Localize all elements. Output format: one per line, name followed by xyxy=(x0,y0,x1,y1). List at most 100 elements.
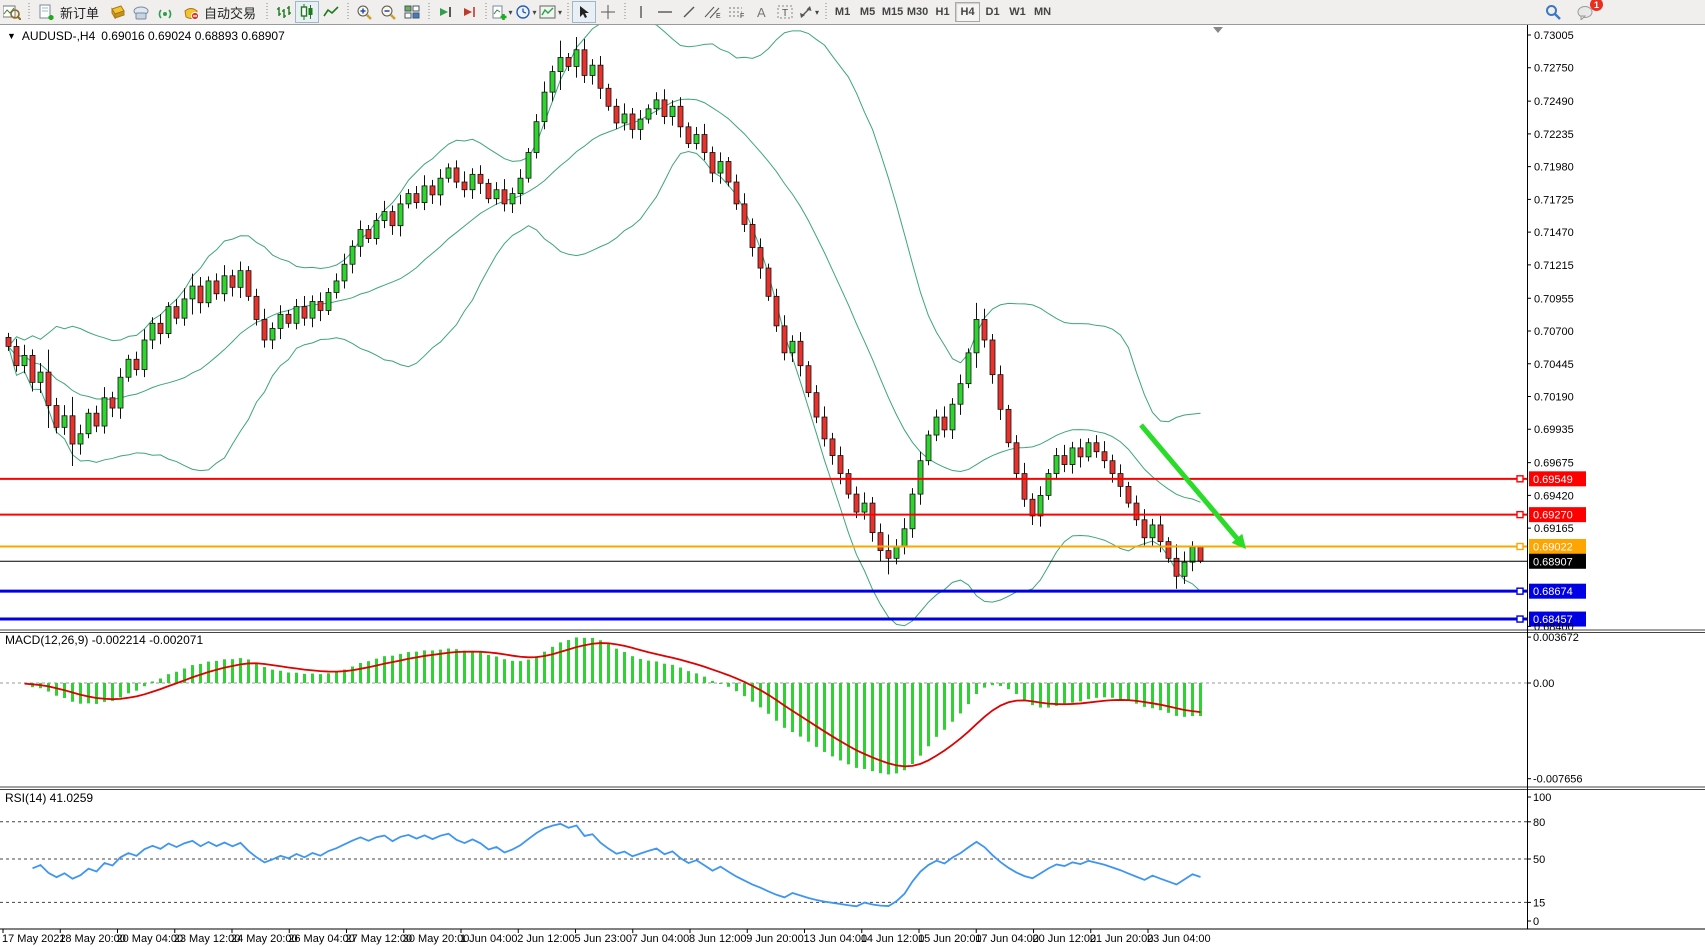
signal-waves-icon xyxy=(157,5,174,20)
timeframe-d1-button[interactable]: D1 xyxy=(980,2,1005,22)
periods-button[interactable]: ▾ xyxy=(514,1,538,23)
tile-windows-button[interactable] xyxy=(400,1,424,23)
svg-text:0.73005: 0.73005 xyxy=(1534,30,1574,42)
toolbar-grip xyxy=(427,3,431,21)
search-icon xyxy=(1545,4,1561,20)
vertical-line-button[interactable] xyxy=(629,1,653,23)
text-label-button[interactable]: T xyxy=(773,1,797,23)
clock-icon xyxy=(516,5,531,20)
crosshair-button[interactable] xyxy=(596,1,620,23)
timeframe-h4-button[interactable]: H4 xyxy=(955,2,980,22)
templates-button[interactable]: ▾ xyxy=(538,1,563,23)
rsi-indicator-label: RSI(14) 41.0259 xyxy=(5,791,93,805)
auto-scroll-button[interactable] xyxy=(433,1,457,23)
svg-text:0.71725: 0.71725 xyxy=(1534,194,1574,206)
svg-text:E: E xyxy=(716,13,721,19)
toolbar-grip xyxy=(265,3,269,21)
timeframe-m15-button[interactable]: M15 xyxy=(880,2,905,22)
timeframe-h1-button[interactable]: H1 xyxy=(930,2,955,22)
svg-text:5 Jun 23:00: 5 Jun 23:00 xyxy=(575,933,633,945)
macd-indicator-label: MACD(12,26,9) -0.002214 -0.002071 xyxy=(5,633,203,647)
svg-text:21 Jun 20:00: 21 Jun 20:00 xyxy=(1090,933,1154,945)
new-order-icon xyxy=(39,4,56,20)
svg-text:17 May 2022: 17 May 2022 xyxy=(2,933,66,945)
equidistant-channel-button[interactable]: E xyxy=(701,1,725,23)
cursor-button[interactable] xyxy=(572,1,596,23)
svg-text:0.00: 0.00 xyxy=(1533,678,1554,690)
search-button[interactable] xyxy=(1541,1,1565,23)
svg-text:T: T xyxy=(782,8,788,19)
notifications-button[interactable]: 1 xyxy=(1573,1,1597,23)
cloud-computer-icon xyxy=(132,5,150,20)
chart-shift-button[interactable] xyxy=(457,1,481,23)
svg-text:7 Jun 04:00: 7 Jun 04:00 xyxy=(632,933,690,945)
svg-text:0.69935: 0.69935 xyxy=(1534,424,1574,436)
svg-text:0.72235: 0.72235 xyxy=(1534,129,1574,141)
collapse-triangle-icon[interactable]: ▼ xyxy=(7,31,16,41)
candlestick-icon xyxy=(300,4,314,20)
arrows-button[interactable]: ▾ xyxy=(797,1,821,23)
svg-text:F: F xyxy=(740,13,744,19)
toolbar-grip xyxy=(824,3,828,21)
text-button[interactable]: A xyxy=(749,1,773,23)
svg-text:A: A xyxy=(757,5,766,19)
svg-text:0.69549: 0.69549 xyxy=(1533,474,1573,486)
text-a-icon: A xyxy=(755,5,767,19)
timeframe-group: M1M5M15M30H1H4D1W1MN xyxy=(830,2,1055,22)
horizontal-line-button[interactable] xyxy=(653,1,677,23)
svg-text:0.71215: 0.71215 xyxy=(1534,260,1574,272)
toolbar-grip xyxy=(566,3,570,21)
zoom-in-button[interactable] xyxy=(352,1,376,23)
svg-text:50: 50 xyxy=(1533,854,1545,866)
toolbar-grip xyxy=(27,3,31,21)
crosshair-icon xyxy=(601,5,615,19)
svg-text:14 Jun 12:00: 14 Jun 12:00 xyxy=(861,933,925,945)
cursor-arrow-icon xyxy=(578,5,590,19)
trendline-button[interactable] xyxy=(677,1,701,23)
ohlc-values: 0.69016 0.69024 0.68893 0.68907 xyxy=(101,29,285,43)
indicators-add-icon xyxy=(492,5,507,20)
fibonacci-button[interactable]: F xyxy=(725,1,749,23)
svg-text:0.70955: 0.70955 xyxy=(1534,293,1574,305)
template-icon xyxy=(539,5,556,19)
auto-trading-icon xyxy=(183,5,200,20)
svg-text:0.003672: 0.003672 xyxy=(1533,632,1579,644)
signal-button[interactable] xyxy=(153,1,177,23)
bar-chart-button[interactable] xyxy=(271,1,295,23)
gold-box-button[interactable] xyxy=(105,1,129,23)
svg-text:0: 0 xyxy=(1533,916,1539,928)
toolbar: 新订单 xyxy=(0,0,1705,25)
svg-text:2 Jun 12:00: 2 Jun 12:00 xyxy=(517,933,575,945)
indicators-button[interactable]: ▾ xyxy=(490,1,514,23)
timeframe-m5-button[interactable]: M5 xyxy=(855,2,880,22)
toolbar-grip xyxy=(346,3,350,21)
horizontal-line-icon xyxy=(657,7,673,17)
timeframe-m30-button[interactable]: M30 xyxy=(905,2,930,22)
trendline-icon xyxy=(682,5,696,19)
chart-shift-icon xyxy=(462,5,477,19)
notification-count-badge: 1 xyxy=(1590,0,1603,11)
svg-text:20 Jun 12:00: 20 Jun 12:00 xyxy=(1033,933,1097,945)
chart-preview-button[interactable] xyxy=(0,1,24,23)
svg-text:-0.007656: -0.007656 xyxy=(1533,774,1583,786)
vertical-line-icon xyxy=(636,5,646,19)
svg-text:0.69675: 0.69675 xyxy=(1534,458,1574,470)
timeframe-w1-button[interactable]: W1 xyxy=(1005,2,1030,22)
zoom-out-button[interactable] xyxy=(376,1,400,23)
line-chart-button[interactable] xyxy=(319,1,343,23)
auto-scroll-icon xyxy=(438,5,453,19)
svg-text:0.69165: 0.69165 xyxy=(1534,523,1574,535)
timeframe-m1-button[interactable]: M1 xyxy=(830,2,855,22)
auto-trading-button[interactable]: 自动交易 xyxy=(177,1,262,23)
svg-text:80: 80 xyxy=(1533,817,1545,829)
svg-text:0.68400: 0.68400 xyxy=(1534,621,1574,633)
chart-magnifier-icon xyxy=(3,4,21,20)
tile-windows-icon xyxy=(404,5,420,19)
candlestick-chart-button[interactable] xyxy=(295,1,319,23)
toolbar-right: 1 xyxy=(1541,1,1597,23)
history-center-button[interactable] xyxy=(129,1,153,23)
new-order-button[interactable]: 新订单 xyxy=(33,1,105,23)
timeframe-mn-button[interactable]: MN xyxy=(1030,2,1055,22)
chart-area[interactable]: 0.695490.692700.690220.689070.686740.684… xyxy=(0,0,1705,947)
svg-text:0.69420: 0.69420 xyxy=(1534,490,1574,502)
